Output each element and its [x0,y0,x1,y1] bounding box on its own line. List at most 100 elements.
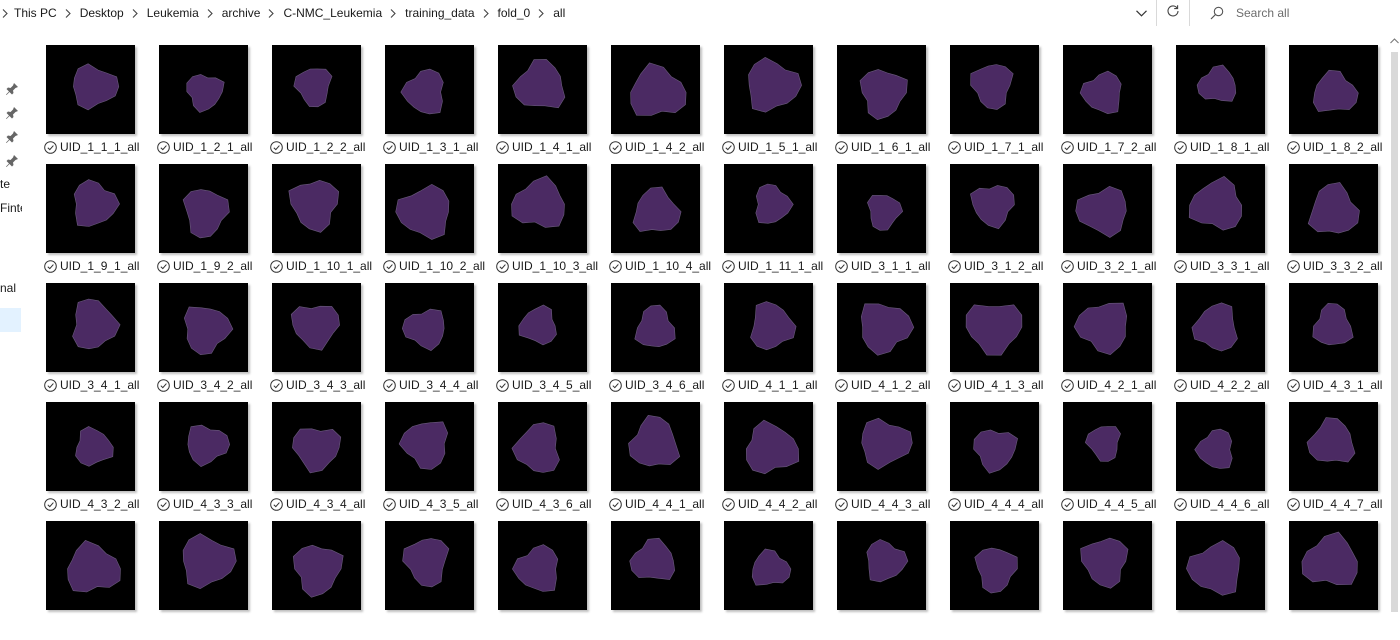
file-item[interactable] [270,521,383,640]
file-item[interactable]: UID_1_10_2_all [383,164,496,283]
file-name-row[interactable]: UID_3_4_5_all [496,377,591,393]
file-name-row[interactable]: UID_1_10_3_all [496,258,598,274]
check-circle-icon[interactable] [722,378,735,392]
check-circle-icon[interactable] [1061,140,1074,154]
file-item[interactable] [948,521,1061,640]
check-circle-icon[interactable] [44,259,57,273]
file-name-row[interactable]: UID_1_8_2_all [1287,139,1382,155]
nav-item-label[interactable]: Finte [0,201,22,215]
file-name-row[interactable]: UID_1_5_1_all [722,139,817,155]
check-circle-icon[interactable] [44,140,57,154]
image-thumbnail[interactable] [385,402,474,491]
image-thumbnail[interactable] [837,45,926,134]
file-item[interactable]: UID_4_3_1_all [1287,283,1400,402]
file-item[interactable]: UID_1_5_1_all [722,45,835,164]
image-thumbnail[interactable] [272,521,361,610]
image-thumbnail[interactable] [385,45,474,134]
file-item[interactable]: UID_1_4_2_all [609,45,722,164]
file-name-row[interactable]: UID_3_1_1_all [835,258,930,274]
image-thumbnail[interactable] [611,521,700,610]
file-item[interactable] [835,521,948,640]
file-item[interactable]: UID_4_4_6_all [1174,402,1287,521]
file-name-row[interactable]: UID_1_4_1_all [496,139,591,155]
breadcrumb-this-pc[interactable]: This PC [14,6,61,20]
file-item[interactable]: UID_1_9_1_all [44,164,157,283]
file-name-row[interactable]: UID_1_10_2_all [383,258,485,274]
scroll-up-arrow-icon[interactable] [1390,38,1399,48]
file-name-row[interactable]: UID_1_1_1_all [44,139,139,155]
check-circle-icon[interactable] [1174,259,1187,273]
file-item[interactable] [1061,521,1174,640]
file-item[interactable]: UID_1_10_1_all [270,164,383,283]
image-thumbnail[interactable] [1176,283,1265,372]
image-thumbnail[interactable] [385,283,474,372]
image-thumbnail[interactable] [1063,521,1152,610]
file-item[interactable]: UID_1_3_1_all [383,45,496,164]
file-item[interactable]: UID_1_10_4_all [609,164,722,283]
file-item[interactable]: UID_3_4_6_all [609,283,722,402]
file-item[interactable]: UID_4_4_5_all [1061,402,1174,521]
check-circle-icon[interactable] [835,259,848,273]
breadcrumb-all[interactable]: all [553,6,569,20]
file-name-row[interactable]: UID_3_1_2_all [948,258,1043,274]
image-thumbnail[interactable] [611,402,700,491]
image-thumbnail[interactable] [498,402,587,491]
file-item[interactable]: UID_4_1_1_all [722,283,835,402]
check-circle-icon[interactable] [270,140,283,154]
pin-icon[interactable] [5,106,19,120]
image-thumbnail[interactable] [611,164,700,253]
image-thumbnail[interactable] [159,45,248,134]
file-name-row[interactable]: UID_1_4_2_all [609,139,704,155]
image-thumbnail[interactable] [1063,402,1152,491]
file-item[interactable]: UID_4_1_2_all [835,283,948,402]
file-name-row[interactable]: UID_4_4_2_all [722,496,817,512]
file-item[interactable]: UID_3_2_1_all [1061,164,1174,283]
check-circle-icon[interactable] [44,378,57,392]
image-thumbnail[interactable] [1289,402,1378,491]
image-thumbnail[interactable] [272,45,361,134]
check-circle-icon[interactable] [270,259,283,273]
check-circle-icon[interactable] [722,140,735,154]
check-circle-icon[interactable] [609,140,622,154]
check-circle-icon[interactable] [44,497,57,511]
file-name-row[interactable]: UID_3_4_4_all [383,377,478,393]
file-item[interactable]: UID_4_1_3_all [948,283,1061,402]
check-circle-icon[interactable] [270,378,283,392]
check-circle-icon[interactable] [1174,140,1187,154]
file-item[interactable]: UID_1_10_3_all [496,164,609,283]
image-thumbnail[interactable] [1289,521,1378,610]
chevron-right-icon[interactable] [479,8,498,18]
check-circle-icon[interactable] [835,497,848,511]
image-thumbnail[interactable] [837,521,926,610]
image-thumbnail[interactable] [724,402,813,491]
file-item[interactable]: UID_3_4_3_all [270,283,383,402]
file-name-row[interactable]: UID_4_2_2_all [1174,377,1269,393]
file-item[interactable]: UID_1_7_2_all [1061,45,1174,164]
image-thumbnail[interactable] [159,402,248,491]
check-circle-icon[interactable] [270,497,283,511]
check-circle-icon[interactable] [835,140,848,154]
image-thumbnail[interactable] [950,402,1039,491]
file-name-row[interactable]: UID_4_4_3_all [835,496,930,512]
image-thumbnail[interactable] [46,164,135,253]
check-circle-icon[interactable] [948,140,961,154]
file-item[interactable] [44,521,157,640]
file-item[interactable]: UID_1_4_1_all [496,45,609,164]
file-item[interactable]: UID_3_4_2_all [157,283,270,402]
file-name-row[interactable]: UID_1_6_1_all [835,139,930,155]
file-name-row[interactable]: UID_1_2_1_all [157,139,252,155]
check-circle-icon[interactable] [157,140,170,154]
image-thumbnail[interactable] [1176,164,1265,253]
file-item[interactable]: UID_4_2_1_all [1061,283,1174,402]
file-name-row[interactable]: UID_1_7_2_all [1061,139,1156,155]
check-circle-icon[interactable] [496,378,509,392]
breadcrumb-training-data[interactable]: training_data [405,6,478,20]
file-name-row[interactable]: UID_3_3_1_all [1174,258,1269,274]
file-item[interactable]: UID_3_4_5_all [496,283,609,402]
file-item[interactable]: UID_3_1_2_all [948,164,1061,283]
check-circle-icon[interactable] [496,497,509,511]
check-circle-icon[interactable] [722,497,735,511]
check-circle-icon[interactable] [1287,378,1300,392]
chevron-right-icon[interactable] [61,8,80,18]
image-thumbnail[interactable] [1063,164,1152,253]
